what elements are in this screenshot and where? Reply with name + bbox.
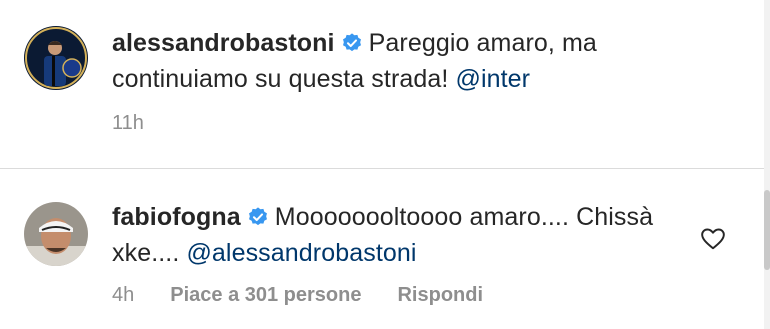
- comment-username[interactable]: fabiofogna: [112, 203, 241, 231]
- comment-timestamp: 4h: [112, 284, 135, 306]
- caption-timestamp: 11h: [112, 112, 144, 134]
- avatar-image: [24, 202, 88, 266]
- reply-button[interactable]: Rispondi: [397, 284, 483, 307]
- avatar-fabiofogna[interactable]: [24, 202, 88, 266]
- scrollbar-thumb[interactable]: [764, 190, 770, 270]
- verified-badge-icon: [248, 207, 267, 226]
- caption-text-block: alessandrobastoni Pareggio amaro, ma cont…: [112, 25, 732, 97]
- verified-badge-icon: [342, 33, 361, 52]
- heart-outline-icon[interactable]: [700, 226, 726, 252]
- post-caption: alessandrobastoni Pareggio amaro, ma cont…: [0, 0, 770, 168]
- avatar-alessandrobastoni[interactable]: [24, 26, 88, 90]
- caption-username[interactable]: alessandrobastoni: [112, 29, 335, 57]
- comment-likes-link[interactable]: Piace a 301 persone: [170, 284, 361, 307]
- comment-mention-link[interactable]: @alessandrobastoni: [186, 239, 416, 267]
- comment-meta: 4h Piace a 301 persone Rispondi: [112, 284, 483, 307]
- comment-item: fabiofogna Moooooooltoooo amaro.... Chiss…: [0, 169, 770, 329]
- caption-mention-link[interactable]: @inter: [455, 65, 530, 93]
- caption-meta: 11h: [112, 112, 144, 135]
- scrollbar-track[interactable]: [764, 0, 770, 329]
- comment-text-block: fabiofogna Moooooooltoooo amaro.... Chiss…: [112, 199, 672, 271]
- avatar-image: [24, 26, 88, 90]
